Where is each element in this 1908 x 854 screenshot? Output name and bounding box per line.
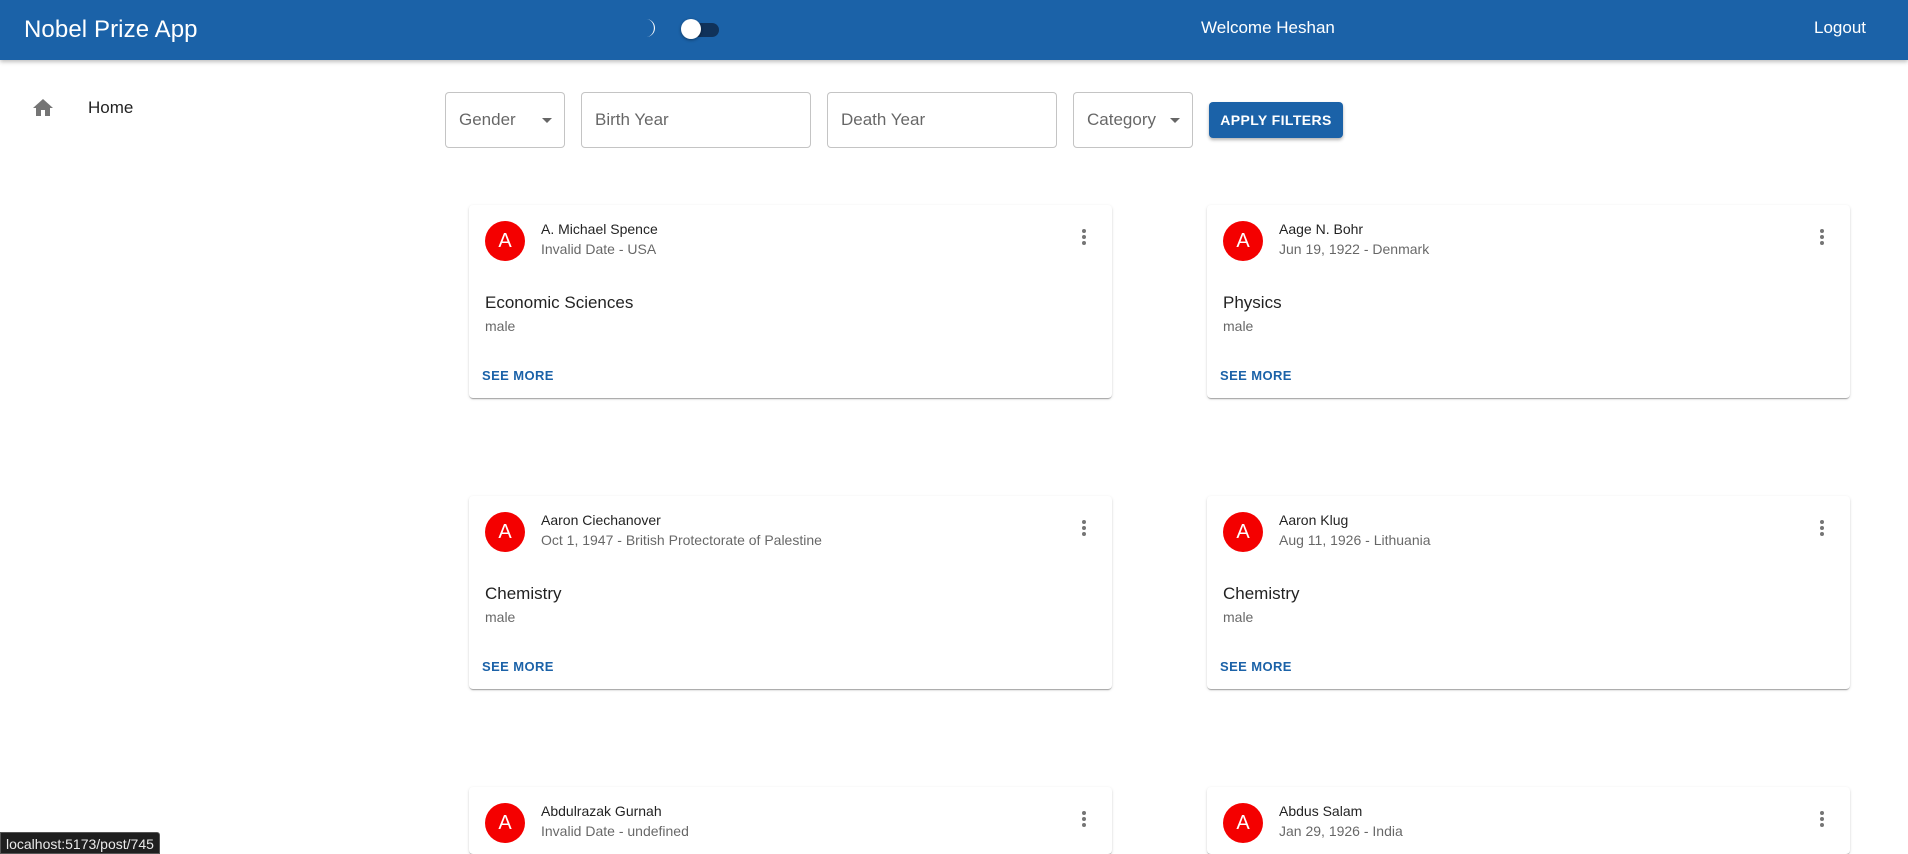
laureate-card: A Aaron Klug Aug 11, 1926 - Lithuania Ch… [1207,496,1850,689]
more-vert-icon[interactable] [1072,516,1096,540]
toggle-thumb [681,19,701,39]
laureate-gender: male [1223,318,1254,334]
laureate-category: Economic Sciences [485,293,634,312]
more-vert-icon[interactable] [1072,225,1096,249]
app-bar: Nobel Prize App Welcome Heshan Logout [0,0,1908,60]
laureate-category: Chemistry [485,584,562,603]
laureate-name: Abdus Salam [1279,803,1363,819]
laureate-name: A. Michael Spence [541,221,658,237]
more-vert-icon[interactable] [1810,225,1834,249]
see-more-button[interactable]: SEE MORE [1220,659,1292,674]
see-more-button[interactable]: SEE MORE [482,659,554,674]
laureate-gender: male [485,609,516,625]
category-select[interactable]: Category [1073,92,1193,148]
laureate-name: Abdulrazak Gurnah [541,803,662,819]
laureate-birth-info: Jun 19, 1922 - Denmark [1279,241,1430,257]
avatar: A [1223,512,1263,552]
category-select-label: Category [1087,110,1156,129]
sidebar-item-label: Home [88,98,134,117]
death-year-field-wrapper [827,92,1057,148]
dark-mode-toggle[interactable] [681,17,721,39]
apply-filters-button[interactable]: APPLY FILTERS [1209,102,1343,138]
laureate-gender: male [1223,609,1254,625]
more-vert-icon[interactable] [1810,807,1834,831]
logout-button[interactable]: Logout [1814,18,1866,38]
laureate-card: A A. Michael Spence Invalid Date - USA E… [469,205,1112,398]
welcome-text: Welcome Heshan [1201,18,1335,37]
laureate-card: A Aaron Ciechanover Oct 1, 1947 - Britis… [469,496,1112,689]
laureate-birth-info: Oct 1, 1947 - British Protectorate of Pa… [541,532,822,548]
laureate-category: Chemistry [1223,584,1300,603]
laureate-card: A Aage N. Bohr Jun 19, 1922 - Denmark Ph… [1207,205,1850,398]
laureate-card: A Abdus Salam Jan 29, 1926 - India [1207,787,1850,854]
gender-select[interactable]: Gender [445,92,565,148]
birth-year-field-wrapper [581,92,811,148]
sidebar-item-home[interactable]: Home [24,92,204,124]
see-more-button[interactable]: SEE MORE [1220,368,1292,383]
chevron-down-icon [1170,118,1180,123]
see-more-button[interactable]: SEE MORE [482,368,554,383]
laureate-name: Aaron Klug [1279,512,1349,528]
more-vert-icon[interactable] [1810,516,1834,540]
birth-year-input[interactable] [583,94,809,146]
more-vert-icon[interactable] [1072,807,1096,831]
laureate-birth-info: Jan 29, 1926 - India [1279,823,1403,839]
laureate-category: Physics [1223,293,1282,312]
avatar: A [1223,221,1263,261]
laureate-birth-info: Aug 11, 1926 - Lithuania [1279,532,1431,548]
laureate-name: Aage N. Bohr [1279,221,1364,237]
laureate-birth-info: Invalid Date - USA [541,241,657,257]
laureate-birth-info: Invalid Date - undefined [541,823,689,839]
home-icon [33,99,53,116]
laureate-card: A Abdulrazak Gurnah Invalid Date - undef… [469,787,1112,854]
avatar: A [485,221,525,261]
avatar: A [485,512,525,552]
chevron-down-icon [542,118,552,123]
gender-select-label: Gender [459,110,516,129]
avatar: A [485,803,525,843]
laureate-gender: male [485,318,516,334]
status-bar-url: localhost:5173/post/745 [0,832,160,854]
death-year-input[interactable] [829,94,1055,146]
app-title: Nobel Prize App [24,16,198,43]
avatar: A [1223,803,1263,843]
laureate-name: Aaron Ciechanover [541,512,661,528]
moon-icon [646,19,655,37]
